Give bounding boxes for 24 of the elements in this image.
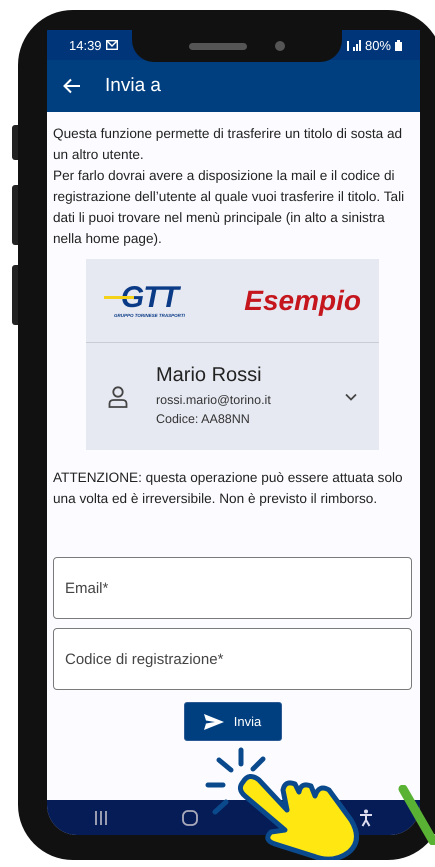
screen-title: Invia a — [105, 75, 161, 97]
user-code: Codice: AA88NN — [156, 411, 251, 428]
pen-stroke-drawing — [398, 785, 435, 845]
signal-icon — [346, 39, 361, 51]
mail-icon — [106, 40, 118, 50]
description-text: Questa funzione permette di trasferire un titolo di sosta ad un altro utente. — [53, 125, 404, 164]
accessibility-icon[interactable] — [359, 808, 374, 826]
battery-level: 80% — [364, 38, 391, 52]
description-text: Per farlo dovrai avere a disposizione la mail e il codice di registrazione dell’utente al quale vuoi trasferire il titolo. Tali dati li puoi trovare nel menù principale (in alto a sinistra nella home page). — [53, 167, 406, 248]
send-icon — [204, 714, 224, 730]
user-name: Mario Rossi — [156, 364, 263, 387]
input-field[interactable]: Codice di registrazione* — [53, 628, 412, 690]
chevron-icon[interactable] — [345, 392, 357, 400]
home-icon[interactable] — [182, 810, 198, 826]
user-email: rossi.mario@torino.it — [156, 392, 272, 409]
brand-label: Esempio — [244, 284, 361, 316]
input-field[interactable]: Email* — [53, 557, 412, 619]
send-button[interactable]: Invia — [184, 702, 282, 741]
warning-text: ATTENZIONE: questa operazione può essere attuata solo una volta ed è irreversibile. Non è previsto il rimborso. — [53, 469, 404, 508]
recent-apps-icon[interactable] — [94, 810, 108, 824]
battery-icon — [395, 40, 402, 50]
back-icon[interactable] — [63, 78, 81, 94]
person-icon — [108, 386, 128, 408]
status-time: 14:39 — [69, 38, 102, 52]
